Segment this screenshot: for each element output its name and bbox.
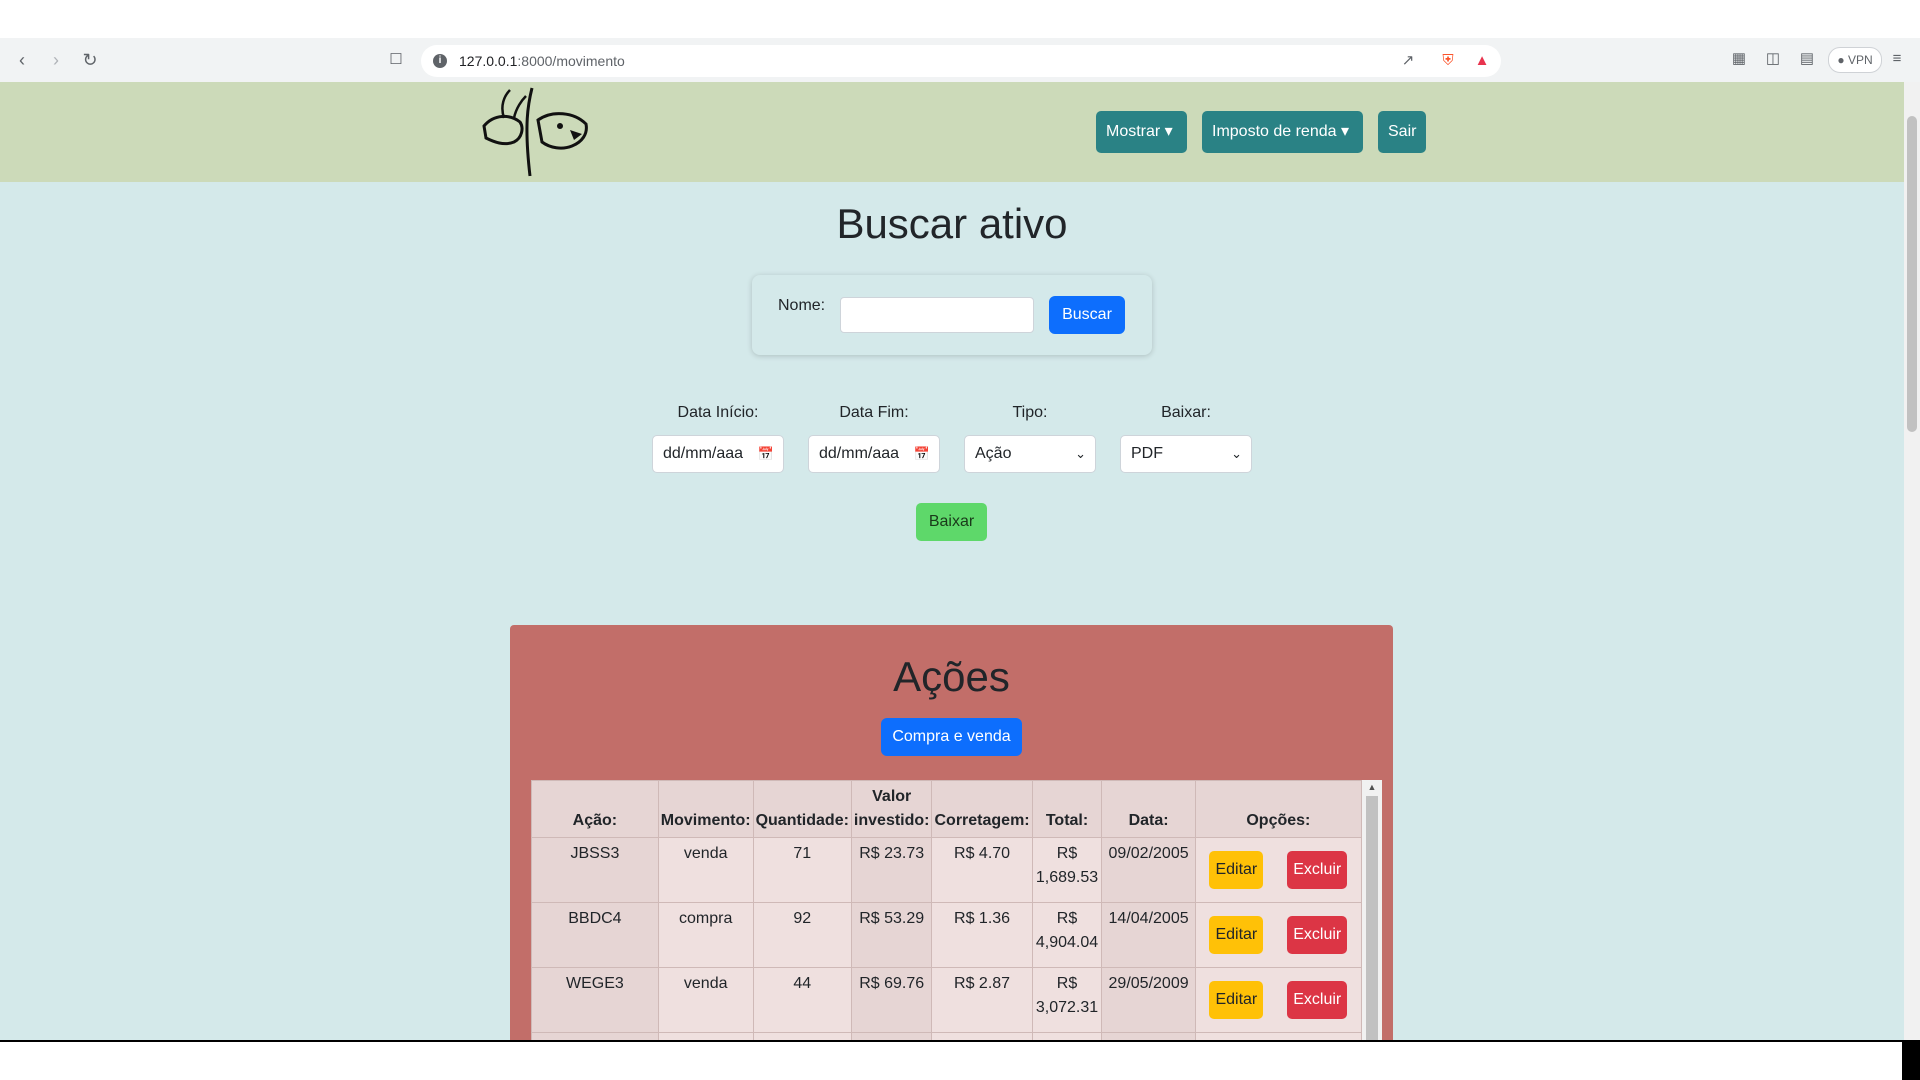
imposto-de-renda-dropdown-button[interactable]: Imposto de renda ▾ bbox=[1202, 111, 1363, 153]
site-header: Mostrar ▾ Imposto de renda ▾ Sair bbox=[0, 82, 1904, 182]
table-scrollbar-thumb[interactable] bbox=[1366, 796, 1378, 1040]
tipo-label: Tipo: bbox=[1012, 404, 1048, 421]
acao-cell: BBDC4 bbox=[531, 902, 659, 968]
column-header: Corretagem: bbox=[931, 780, 1033, 838]
options-cell: Editar Excluir bbox=[1194, 837, 1363, 903]
movimento-cell: venda bbox=[657, 837, 754, 903]
site-logo[interactable] bbox=[474, 84, 594, 180]
baixar-format-select[interactable]: PDF ⌄ bbox=[1120, 435, 1252, 473]
editar-button[interactable]: Editar bbox=[1209, 851, 1264, 889]
corretagem-cell: R$ 2.87 bbox=[931, 967, 1033, 1033]
share-icon[interactable]: ↗ bbox=[1397, 50, 1419, 72]
column-header: Valor investido: bbox=[850, 780, 933, 838]
buscar-button[interactable]: Buscar bbox=[1049, 296, 1125, 334]
site-info-icon[interactable]: i bbox=[433, 54, 447, 68]
sidebar-icon[interactable]: ◫ bbox=[1762, 48, 1784, 70]
acao-cell: JBSS3 bbox=[531, 837, 659, 903]
extensions-icon[interactable]: ▦ bbox=[1728, 48, 1750, 70]
data-cell: 29/05/2009 bbox=[1101, 967, 1196, 1033]
url-text: 127.0.0.1:8000/movimento bbox=[459, 53, 625, 69]
chevron-down-icon: ⌄ bbox=[1231, 446, 1242, 461]
table-row bbox=[531, 1032, 1363, 1040]
wallet-icon[interactable]: ▤ bbox=[1796, 48, 1818, 70]
vpn-button[interactable]: ● VPN bbox=[1828, 47, 1882, 73]
valor-cell: R$ 23.73 bbox=[850, 837, 933, 903]
column-header: Total: bbox=[1031, 780, 1103, 838]
acao-cell: WEGE3 bbox=[531, 967, 659, 1033]
page-scrollbar-thumb[interactable] bbox=[1907, 116, 1917, 432]
acoes-table: Ação: Movimento: Quantidade: Valor inves… bbox=[531, 780, 1363, 1040]
brave-rewards-icon[interactable]: ▲ bbox=[1471, 50, 1493, 72]
data-cell: 14/04/2005 bbox=[1101, 902, 1196, 968]
browser-tab-strip bbox=[0, 0, 1920, 38]
column-header: Movimento: bbox=[657, 780, 754, 838]
search-form: Nome: Buscar bbox=[752, 275, 1152, 355]
address-bar[interactable]: i 127.0.0.1:8000/movimento ↗ ⛨ ▲ bbox=[421, 45, 1501, 77]
table-row: JBSS3 venda 71 R$ 23.73 R$ 4.70 R$ 1,689… bbox=[531, 837, 1363, 903]
page-title: Buscar ativo bbox=[836, 200, 1068, 247]
back-icon[interactable]: ‹ bbox=[10, 48, 34, 72]
mostrar-dropdown-button[interactable]: Mostrar ▾ bbox=[1096, 111, 1187, 153]
excluir-button[interactable]: Excluir bbox=[1287, 916, 1348, 954]
quantidade-cell: 92 bbox=[752, 902, 852, 968]
column-header: Quantidade: bbox=[752, 780, 852, 838]
scroll-up-icon[interactable]: ▲ bbox=[1362, 780, 1382, 794]
quantidade-cell: 44 bbox=[752, 967, 852, 1033]
menu-icon[interactable]: ≡ bbox=[1886, 48, 1908, 70]
chevron-down-icon: ⌄ bbox=[1075, 446, 1086, 461]
forward-icon[interactable]: › bbox=[44, 48, 68, 72]
table-row: BBDC4 compra 92 R$ 53.29 R$ 1.36 R$ 4,90… bbox=[531, 902, 1363, 968]
movimento-cell: venda bbox=[657, 967, 754, 1033]
data-inicio-label: Data Início: bbox=[677, 404, 759, 421]
movimento-cell: compra bbox=[657, 902, 754, 968]
valor-cell: R$ 53.29 bbox=[850, 902, 933, 968]
calendar-icon[interactable]: 📅 bbox=[758, 436, 774, 472]
nome-label: Nome: bbox=[778, 297, 826, 314]
baixar-button[interactable]: Baixar bbox=[916, 503, 987, 541]
options-cell: Editar Excluir bbox=[1194, 967, 1363, 1033]
total-cell: R$ 4,904.04 bbox=[1031, 902, 1103, 968]
page-viewport: Mostrar ▾ Imposto de renda ▾ Sair Buscar… bbox=[0, 82, 1904, 1040]
calendar-icon[interactable]: 📅 bbox=[914, 436, 930, 472]
corretagem-cell: R$ 4.70 bbox=[931, 837, 1033, 903]
tipo-select[interactable]: Ação ⌄ bbox=[964, 435, 1096, 473]
brave-shield-icon[interactable]: ⛨ bbox=[1437, 50, 1459, 72]
total-cell: R$ 3,072.31 bbox=[1031, 967, 1103, 1033]
bookmark-icon[interactable]: ☐ bbox=[384, 48, 408, 72]
quantidade-cell: 71 bbox=[752, 837, 852, 903]
data-fim-label: Data Fim: bbox=[839, 404, 909, 421]
data-cell: 09/02/2005 bbox=[1101, 837, 1196, 903]
column-header: Data: bbox=[1101, 780, 1196, 838]
table-row: WEGE3 venda 44 R$ 69.76 R$ 2.87 R$ 3,072… bbox=[531, 967, 1363, 1033]
options-cell: Editar Excluir bbox=[1194, 902, 1363, 968]
column-header: Ação: bbox=[531, 780, 659, 838]
baixar-label: Baixar: bbox=[1161, 404, 1211, 421]
browser-toolbar: ‹ › ↻ ☐ i 127.0.0.1:8000/movimento ↗ ⛨ ▲… bbox=[0, 38, 1920, 82]
acoes-table-container: Ação: Movimento: Quantidade: Valor inves… bbox=[531, 780, 1382, 1040]
taskbar-strip bbox=[0, 1040, 1920, 1080]
acoes-card: Ações Compra e venda Ação: Movimento: Qu… bbox=[510, 625, 1393, 1040]
acoes-title: Ações bbox=[893, 653, 1010, 700]
data-inicio-input[interactable]: dd/mm/aaa 📅 bbox=[652, 435, 784, 473]
excluir-button[interactable]: Excluir bbox=[1287, 851, 1348, 889]
corretagem-cell: R$ 1.36 bbox=[931, 902, 1033, 968]
reload-icon[interactable]: ↻ bbox=[78, 48, 102, 72]
page-scrollbar[interactable] bbox=[1904, 82, 1920, 1040]
editar-button[interactable]: Editar bbox=[1209, 916, 1264, 954]
total-cell: R$ 1,689.53 bbox=[1031, 837, 1103, 903]
sair-button[interactable]: Sair bbox=[1378, 111, 1426, 153]
nome-input[interactable] bbox=[840, 297, 1034, 333]
excluir-button[interactable]: Excluir bbox=[1287, 981, 1348, 1019]
table-header-row: Ação: Movimento: Quantidade: Valor inves… bbox=[531, 780, 1363, 838]
editar-button[interactable]: Editar bbox=[1209, 981, 1264, 1019]
valor-cell: R$ 69.76 bbox=[850, 967, 933, 1033]
data-fim-input[interactable]: dd/mm/aaa 📅 bbox=[808, 435, 940, 473]
column-header: Opções: bbox=[1194, 780, 1363, 838]
compra-e-venda-button[interactable]: Compra e venda bbox=[881, 718, 1022, 756]
table-scrollbar[interactable]: ▲ bbox=[1362, 780, 1382, 1040]
